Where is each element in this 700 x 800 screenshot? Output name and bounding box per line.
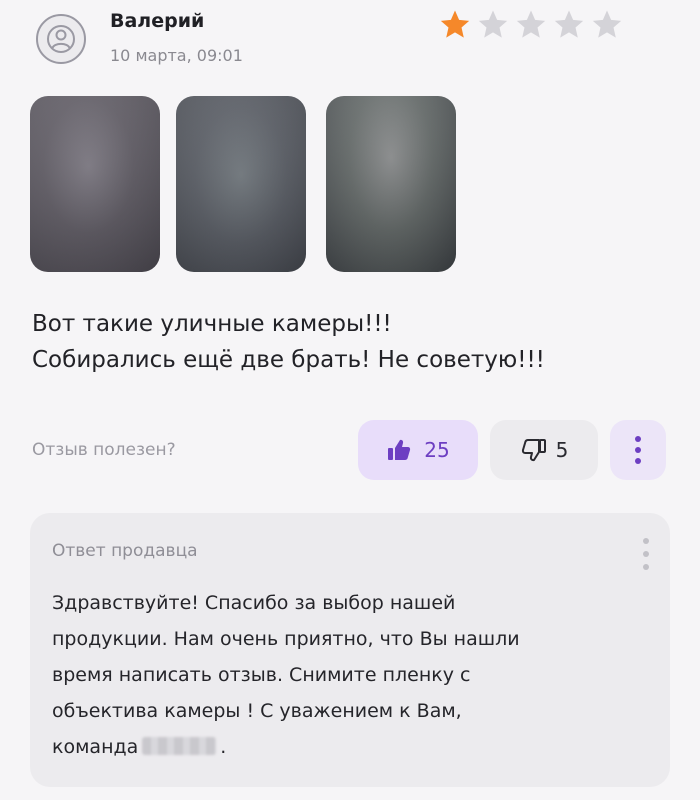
review-text: Вот такие уличные камеры!!! Собирались е… bbox=[32, 306, 682, 378]
star-empty-icon bbox=[516, 10, 546, 38]
seller-reply-line: Здравствуйте! Спасибо за выбор нашей bbox=[52, 592, 456, 614]
seller-reply-line: команда. bbox=[52, 729, 662, 765]
seller-reply-text: Здравствуйте! Спасибо за выбор нашей про… bbox=[52, 585, 662, 765]
seller-reply-title: Ответ продавца bbox=[52, 541, 198, 561]
review-card: Валерий 10 марта, 09:01 Вот такие уличны… bbox=[0, 0, 700, 800]
star-empty-icon bbox=[554, 10, 584, 38]
more-options-button[interactable] bbox=[610, 420, 666, 480]
user-icon bbox=[47, 25, 75, 53]
like-count: 25 bbox=[424, 438, 450, 462]
seller-reply-line: время написать отзыв. Снимите пленку с bbox=[52, 664, 471, 686]
seller-reply: Ответ продавца Здравствуйте! Спасибо за … bbox=[30, 513, 670, 787]
thumbs-down-icon bbox=[521, 439, 546, 462]
star-empty-icon bbox=[592, 10, 622, 38]
review-date: 10 марта, 09:01 bbox=[110, 46, 243, 65]
review-photo[interactable] bbox=[176, 96, 306, 272]
seller-reply-line: объектива камеры ! С уважением к Вам, bbox=[52, 700, 462, 722]
like-button[interactable]: 25 bbox=[358, 420, 478, 480]
seller-reply-line: продукции. Нам очень приятно, что Вы наш… bbox=[52, 628, 520, 650]
review-photo[interactable] bbox=[30, 96, 160, 272]
thumbs-up-icon bbox=[388, 439, 411, 460]
dislike-button[interactable]: 5 bbox=[490, 420, 598, 480]
seller-reply-end: . bbox=[220, 736, 227, 758]
author-name: Валерий bbox=[110, 10, 205, 32]
more-vertical-icon bbox=[635, 436, 641, 464]
star-filled-icon bbox=[440, 10, 470, 38]
helpful-question: Отзыв полезен? bbox=[32, 440, 176, 460]
review-text-line: Вот такие уличные камеры!!! bbox=[32, 311, 392, 337]
redacted-brand bbox=[142, 737, 217, 755]
rating-stars bbox=[438, 8, 624, 42]
review-photo[interactable] bbox=[326, 96, 456, 272]
avatar[interactable] bbox=[36, 14, 86, 64]
seller-reply-signature: команда bbox=[52, 736, 139, 758]
more-vertical-icon[interactable] bbox=[640, 535, 652, 573]
star-empty-icon bbox=[478, 10, 508, 38]
review-text-line: Собирались ещё две брать! Не советую!!! bbox=[32, 347, 545, 373]
dislike-count: 5 bbox=[555, 438, 569, 462]
